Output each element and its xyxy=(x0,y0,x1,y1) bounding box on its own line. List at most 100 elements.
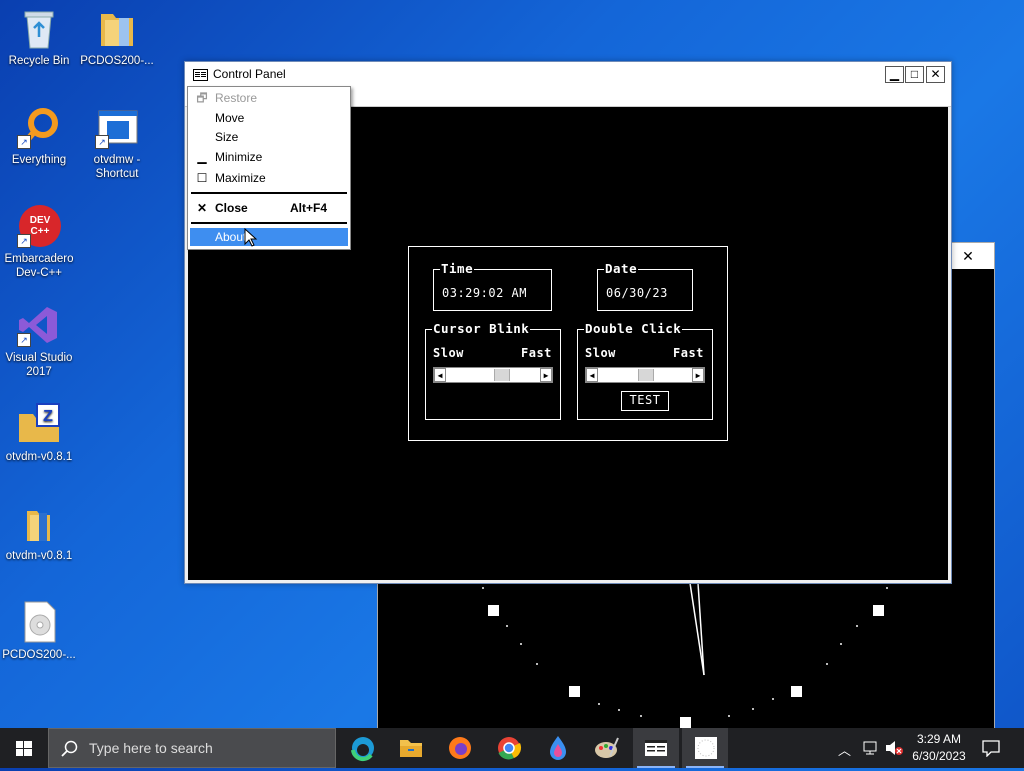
windows-logo-icon xyxy=(16,741,32,756)
svg-text:Z: Z xyxy=(43,408,53,425)
taskbar: Type here to search ︿ 3:29 AM 6/30/2023 xyxy=(0,728,1024,768)
menu-item-accelerator: Alt+F4 xyxy=(290,201,328,215)
chrome-icon xyxy=(498,737,522,760)
maximize-button[interactable]: □ xyxy=(905,66,924,83)
time-value[interactable]: 03:29:02 AM xyxy=(442,286,527,300)
shortcut-arrow-icon: ↗ xyxy=(17,333,31,347)
desktop-icon-devcpp[interactable]: DEV C++ ↗ Embarcadero Dev-C++ xyxy=(1,198,77,280)
desktop-icon-pcdos-folder[interactable]: PCDOS200-... xyxy=(79,0,155,68)
menu-separator xyxy=(191,192,347,194)
paint3d-icon xyxy=(550,736,566,760)
test-button[interactable]: TEST xyxy=(621,391,669,411)
clock-hour-marker xyxy=(873,605,884,616)
shortcut-arrow-icon: ↗ xyxy=(17,135,31,149)
close-button[interactable]: ✕ xyxy=(926,66,945,83)
volume-muted-icon[interactable] xyxy=(884,740,904,756)
clock-minute-marker xyxy=(856,625,858,627)
double-click-title: Double Click xyxy=(584,321,683,336)
taskbar-control-panel[interactable] xyxy=(633,728,679,768)
clock-minute-marker xyxy=(826,663,828,665)
desktop-icon-otvdm-folder[interactable]: otvdm-v0.8.1 xyxy=(1,495,77,563)
cursor-blink-thumb[interactable] xyxy=(494,369,510,381)
taskbar-firefox[interactable] xyxy=(437,728,483,768)
taskbar-paint[interactable] xyxy=(584,728,630,768)
notifications-icon[interactable] xyxy=(981,739,1001,757)
menu-item-maximize[interactable]: ☐ Maximize xyxy=(190,169,348,187)
desktop-icon-recycle-bin[interactable]: Recycle Bin xyxy=(1,0,77,68)
desktop-icon-label: Embarcadero Dev-C++ xyxy=(4,253,74,279)
desktop-icon-label: otvdm-v0.8.1 xyxy=(5,550,73,562)
devcpp-icon: DEV C++ ↗ xyxy=(17,204,61,248)
double-click-scrollbar[interactable]: ◀ ▶ xyxy=(585,367,705,383)
clock-minute-marker xyxy=(506,625,508,627)
date-value[interactable]: 06/30/23 xyxy=(606,286,668,300)
double-click-group: Double Click Slow Fast ◀ ▶ TEST xyxy=(577,321,713,420)
scroll-right-arrow-icon[interactable]: ▶ xyxy=(540,368,552,382)
taskbar-edge[interactable] xyxy=(340,728,386,768)
cursor-blink-scrollbar[interactable]: ◀ ▶ xyxy=(433,367,553,383)
taskbar-paint3d[interactable] xyxy=(535,728,581,768)
disc-image-icon xyxy=(17,600,61,644)
restore-icon: 🗗 xyxy=(196,91,208,105)
control-panel-dialog: Time 03:29:02 AM Date 06/30/23 Cursor Bl… xyxy=(408,246,728,441)
menu-item-label: Maximize xyxy=(215,171,266,185)
system-menu-icon[interactable] xyxy=(193,69,208,81)
scroll-right-arrow-icon[interactable]: ▶ xyxy=(692,368,704,382)
clock-hands xyxy=(689,583,705,676)
clock-hour-marker xyxy=(791,686,802,697)
desktop-icon-otvdm-zip[interactable]: Z otvdm-v0.8.1 xyxy=(1,396,77,464)
cursor-blink-fast-label: Fast xyxy=(521,346,552,360)
folder-icon xyxy=(95,6,139,50)
otvdmw-window-icon: ↗ xyxy=(95,105,139,149)
clock-hour-marker xyxy=(569,686,580,697)
network-icon[interactable] xyxy=(862,740,880,756)
start-button[interactable] xyxy=(0,728,48,768)
scroll-left-arrow-icon[interactable]: ◀ xyxy=(586,368,598,382)
mouse-cursor-icon xyxy=(244,228,258,247)
menu-item-label: Move xyxy=(215,111,245,125)
clock-minute-marker xyxy=(598,703,600,705)
menu-separator xyxy=(191,222,347,224)
menu-item-minimize[interactable]: ▁ Minimize xyxy=(190,148,348,166)
menu-item-close[interactable]: ✕ Close Alt+F4 xyxy=(190,199,348,217)
file-explorer-icon xyxy=(400,740,422,757)
clock-minute-marker xyxy=(482,587,484,589)
clock-minute-marker xyxy=(752,708,754,710)
desktop-icon-label: otvdmw - Shortcut xyxy=(93,154,141,180)
search-icon xyxy=(61,740,78,757)
time-group-title: Time xyxy=(440,261,475,276)
close-icon: ✕ xyxy=(196,201,208,215)
clock-minute-marker xyxy=(840,643,842,645)
menu-item-size[interactable]: Size xyxy=(190,128,348,146)
recycle-bin-icon xyxy=(17,6,61,50)
show-hidden-icons-icon[interactable]: ︿ xyxy=(838,740,851,759)
double-click-thumb[interactable] xyxy=(638,369,654,381)
taskbar-chrome[interactable] xyxy=(486,728,532,768)
cursor-blink-slow-label: Slow xyxy=(433,346,464,360)
search-box[interactable]: Type here to search xyxy=(48,728,336,768)
titlebar[interactable]: Control Panel ▁ □ ✕ xyxy=(185,62,951,86)
desktop-icon-label: PCDOS200-... xyxy=(80,55,154,67)
date-group: Date 06/30/23 xyxy=(597,261,693,311)
double-click-slow-label: Slow xyxy=(585,346,616,360)
scroll-left-arrow-icon[interactable]: ◀ xyxy=(434,368,446,382)
desktop-icon-label: PCDOS200-... xyxy=(2,649,76,661)
taskbar-clock-display[interactable]: 3:29 AM 6/30/2023 xyxy=(905,731,973,765)
cursor-blink-group: Cursor Blink Slow Fast ◀ ▶ xyxy=(425,321,561,420)
desktop-icon-visual-studio[interactable]: ↗ Visual Studio 2017 xyxy=(1,297,77,379)
clock-hour-marker xyxy=(488,605,499,616)
taskbar-file-explorer[interactable] xyxy=(388,728,434,768)
close-icon[interactable]: ✕ xyxy=(958,247,978,265)
taskbar-clock[interactable] xyxy=(682,728,728,768)
minimize-button[interactable]: ▁ xyxy=(885,66,904,83)
clock-minute-marker xyxy=(536,663,538,665)
desktop-icon-otvdmw-shortcut[interactable]: ↗ otvdmw - Shortcut xyxy=(79,99,155,181)
menu-item-move[interactable]: Move xyxy=(190,109,348,127)
desktop-icon-pcdos-disc[interactable]: PCDOS200-... xyxy=(1,594,77,662)
desktop-icon-label: otvdm-v0.8.1 xyxy=(5,451,73,463)
desktop-icon-everything[interactable]: ↗ Everything xyxy=(1,99,77,167)
window-title: Control Panel xyxy=(213,67,286,81)
zip-folder-icon: Z xyxy=(17,402,61,446)
menu-item-about[interactable]: About... xyxy=(190,228,348,246)
clock-minute-marker xyxy=(886,587,888,589)
